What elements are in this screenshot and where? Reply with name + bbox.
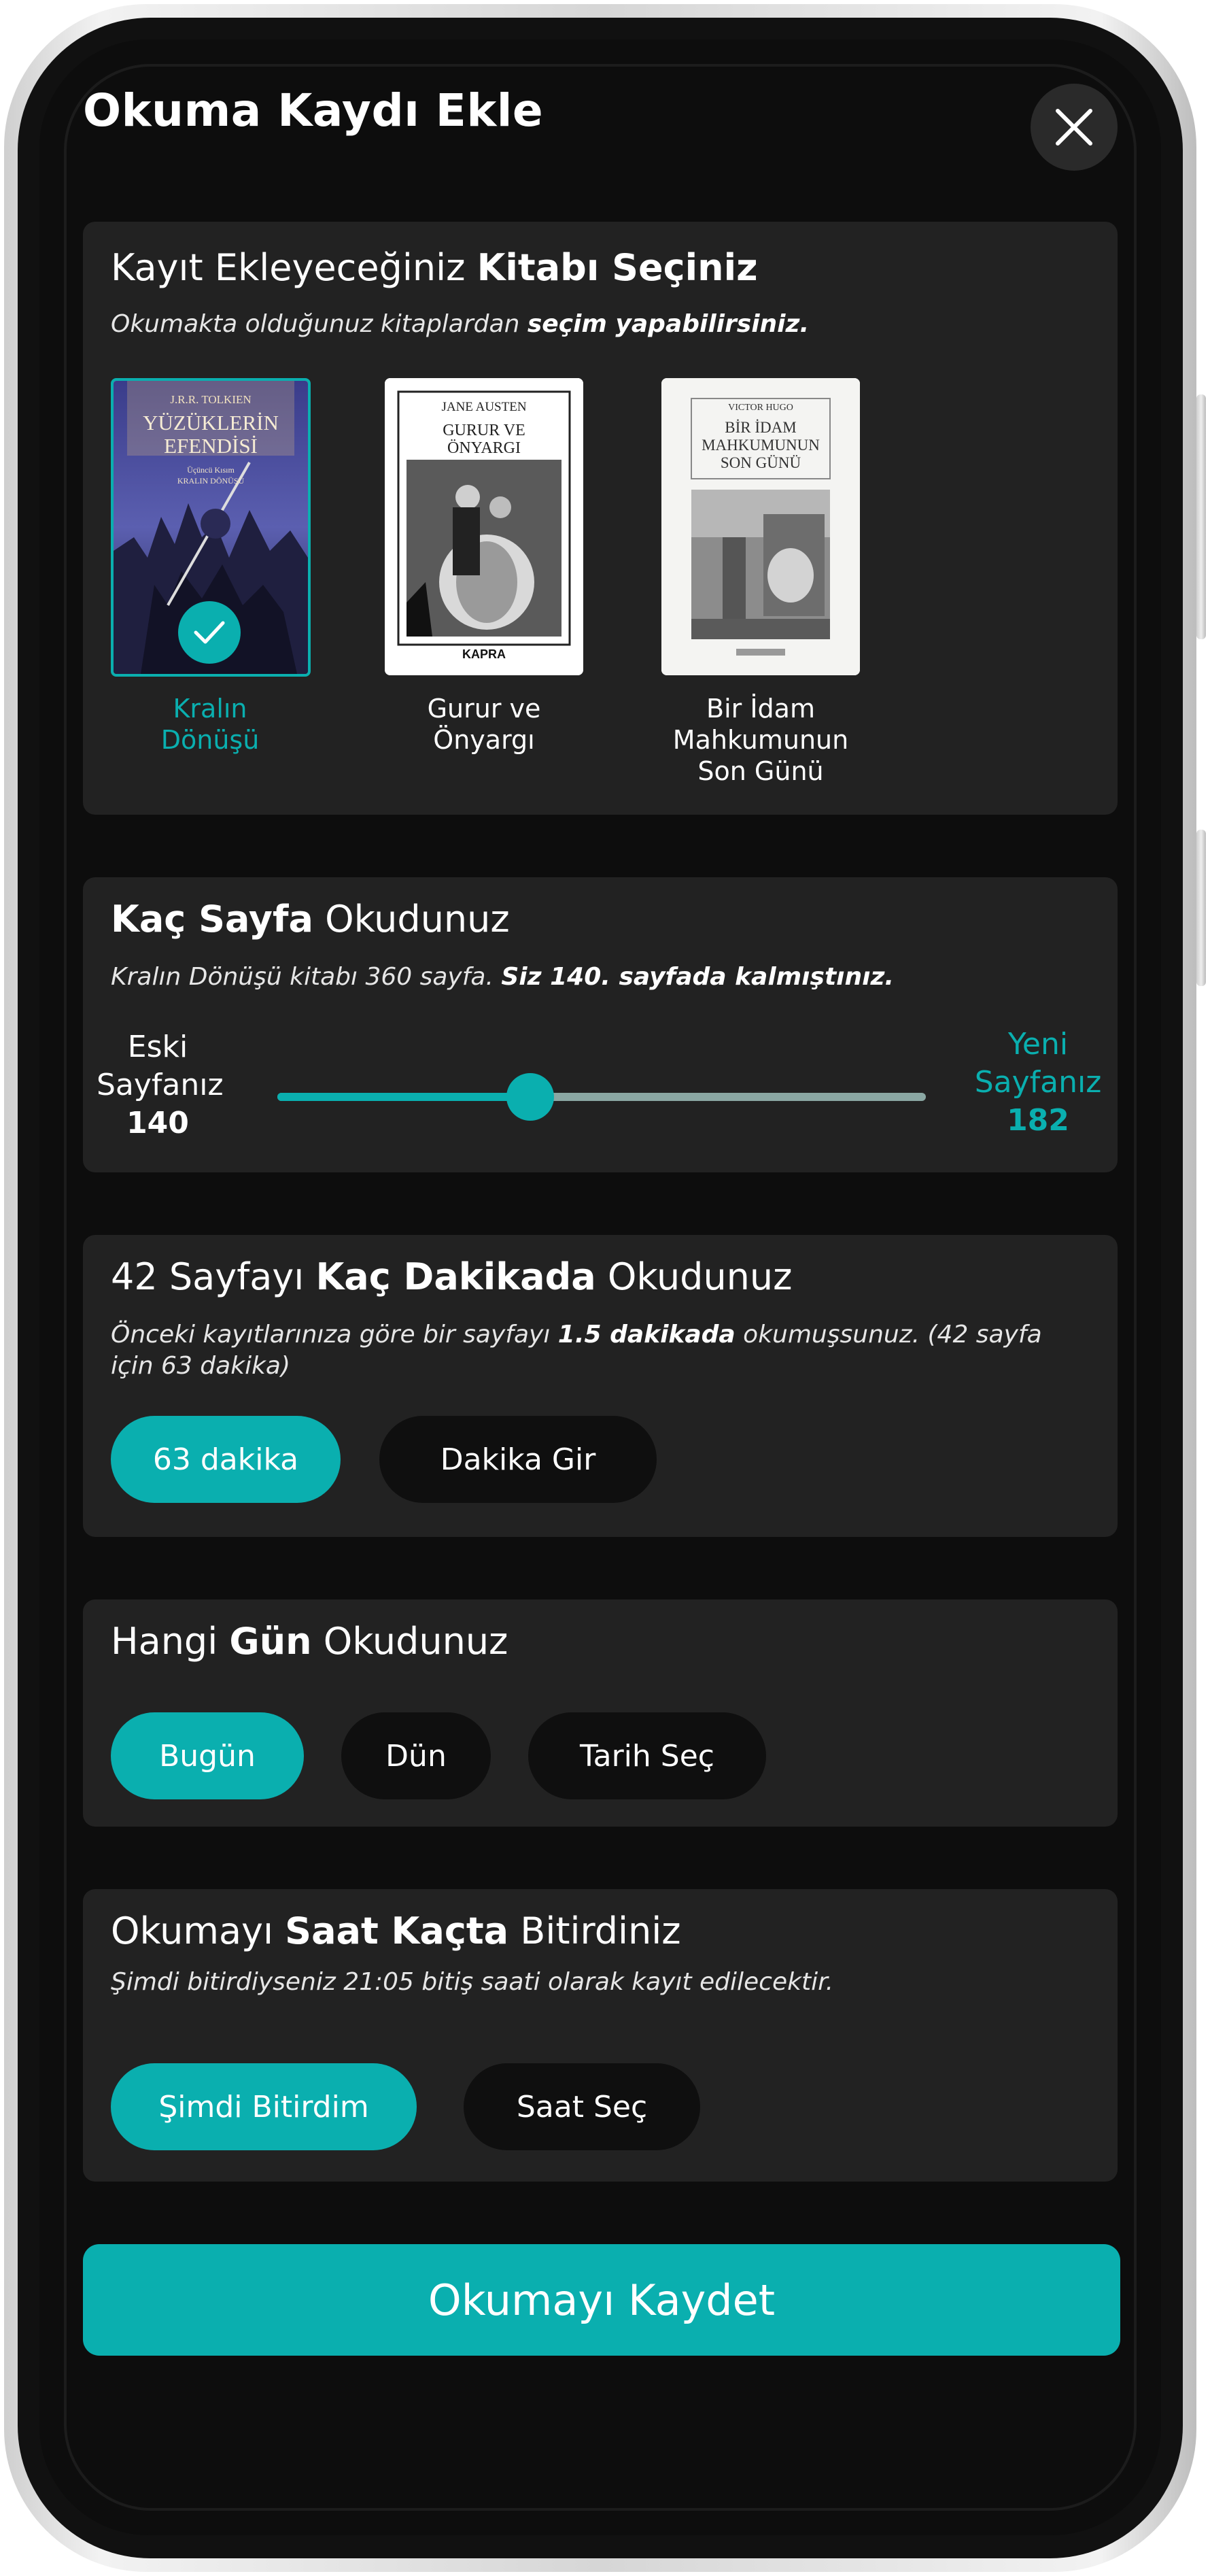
book-label: Gurur ve Önyargı [427, 694, 541, 755]
book-cover-publisher: KAPRA [462, 647, 506, 661]
pick-time-button[interactable]: Saat Seç [464, 2063, 700, 2150]
close-icon [1056, 109, 1092, 146]
enter-minutes-button[interactable]: Dakika Gir [379, 1416, 657, 1503]
book-cover-subtitle-line1: Üçüncü Kısım [187, 465, 235, 475]
book-cover-title-line1: GURUR VE [443, 422, 525, 439]
old-page-label-line2: Sayfanız [97, 1068, 224, 1102]
phone-side-button-volume [1196, 394, 1206, 639]
selected-badge [178, 601, 241, 664]
yesterday-button[interactable]: Dün [341, 1712, 491, 1799]
finish-time-title: Okumayı Saat Kaçta Bitirdiniz [111, 1910, 681, 1952]
slider-thumb[interactable] [506, 1073, 555, 1121]
book-label: Bir İdam Mahkumunun Son Günü [672, 694, 849, 786]
new-page-label-line1: Yeni [1007, 1027, 1069, 1062]
book-select-subtitle: Okumakta olduğunuz kitaplardan seçim yap… [111, 310, 810, 338]
old-page-block: Eski Sayfanız 140 [97, 1028, 224, 1142]
finish-time-card: Okumayı Saat Kaçta Bitirdiniz Şimdi biti… [83, 1889, 1118, 2182]
book-cover-title-line3: SON GÜNÜ [720, 454, 801, 471]
book-select-card: Kayıt Ekleyeceğiniz Kitabı Seçiniz Okuma… [83, 222, 1118, 815]
book-cover-title-line2: EFENDİSİ [164, 434, 258, 458]
app-screen: Okuma Kaydı Ekle Kayıt Ekleyeceğiniz Kit… [39, 39, 1161, 2535]
minutes-card: 42 Sayfayı Kaç Dakikada Okudunuz Önceki … [83, 1235, 1118, 1537]
phone-side-button-power [1196, 830, 1206, 986]
suggested-minutes-button[interactable]: 63 dakika [111, 1416, 341, 1503]
book-cover-title-line2: ÖNYARGI [447, 439, 521, 457]
book-cover: VICTOR HUGO BİR İDAM MAHKUMUNUN SON GÜNÜ [661, 378, 860, 675]
finish-time-subtitle: Şimdi bitirdiyseniz 21:05 bitiş saati ol… [111, 1968, 834, 1996]
page-title: Okuma Kaydı Ekle [83, 84, 544, 137]
book-cover-author: VICTOR HUGO [728, 403, 793, 413]
today-button[interactable]: Bugün [111, 1712, 304, 1799]
book-cover-author: JANE AUSTEN [441, 400, 527, 414]
book-cover-author: J.R.R. TOLKIEN [170, 393, 252, 406]
book-cover: JANE AUSTEN GURUR VE ÖNYARGI KAPRA [385, 378, 583, 675]
book-cover: J.R.R. TOLKIEN YÜZÜKLERİN EFENDİSİ Üçünc… [111, 378, 311, 677]
finished-now-button[interactable]: Şimdi Bitirdim [111, 2063, 417, 2150]
book-cover-title-line1: YÜZÜKLERİN [143, 411, 279, 435]
minutes-subtitle: Önceki kayıtlarınıza göre bir sayfayı 1.… [111, 1321, 1042, 1380]
book-select-title: Kayıt Ekleyeceğiniz Kitabı Seçiniz [111, 246, 758, 289]
page-slider[interactable] [277, 1073, 926, 1121]
pages-subtitle: Kralın Dönüşü kitabı 360 sayfa. Siz 140.… [111, 963, 895, 991]
old-page-label-line1: Eski [127, 1030, 188, 1064]
new-page-block: Yeni Sayfanız 182 [967, 1026, 1109, 1140]
new-page-label-line2: Sayfanız [974, 1065, 1102, 1100]
book-label: Kralın Dönüşü [160, 694, 260, 755]
book-cover-title-line2: MAHKUMUNUN [702, 437, 820, 454]
book-cover-subtitle-line2: KRALIN DÖNÜŞÜ [177, 476, 245, 486]
check-icon [194, 621, 225, 644]
minutes-title: 42 Sayfayı Kaç Dakikada Okudunuz [111, 1255, 793, 1298]
day-card: Hangi Gün Okudunuz Bugün Dün Tarih Seç [83, 1599, 1118, 1827]
old-page-value: 140 [126, 1106, 189, 1140]
new-page-value: 182 [1007, 1103, 1069, 1138]
pick-date-button[interactable]: Tarih Seç [528, 1712, 766, 1799]
slider-fill [277, 1093, 531, 1101]
pages-card: Kaç Sayfa Okudunuz Kralın Dönüşü kitabı … [83, 877, 1118, 1172]
pages-title: Kaç Sayfa Okudunuz [111, 898, 510, 940]
book-cover-title-line1: BİR İDAM [725, 419, 797, 436]
day-title: Hangi Gün Okudunuz [111, 1620, 508, 1663]
close-button[interactable] [1031, 84, 1118, 171]
save-reading-button[interactable]: Okumayı Kaydet [83, 2244, 1120, 2356]
